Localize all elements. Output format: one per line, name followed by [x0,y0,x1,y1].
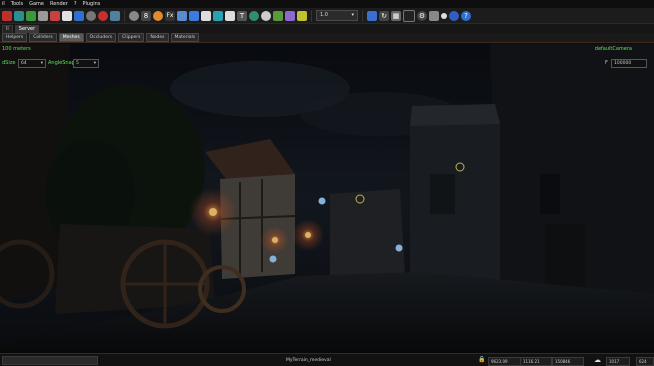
magnet-icon[interactable] [225,10,235,21]
snap-icon[interactable] [213,10,223,21]
tab-colliders[interactable]: Colliders [29,33,57,42]
cloud-icon[interactable]: ☁ [594,356,602,365]
toolbar-separator [124,9,125,22]
palette-icon[interactable] [273,10,283,21]
render-icon[interactable] [403,9,415,22]
menu-item-file[interactable]: il [2,0,5,8]
b-icon[interactable]: 8 [141,10,151,21]
status-count-field: 624 [636,357,654,366]
menu-item-tools[interactable]: Tools [11,0,23,8]
fx-icon[interactable]: Fx [165,10,175,21]
status-progress-field [2,355,98,365]
tab-nodes[interactable]: Nodes [146,33,169,42]
tab-occluders[interactable]: Occluders [85,33,117,42]
orange-ball-icon[interactable] [153,10,163,21]
medieval-night-scene [0,44,654,353]
bird-icon[interactable] [110,10,120,21]
level-name: MyTerrain_medieval [286,357,331,363]
undo-icon[interactable] [367,10,377,21]
globe-icon[interactable] [249,10,259,21]
tab-materials[interactable]: Materials [170,33,200,42]
flag-icon[interactable] [189,10,199,21]
material-ball-icon[interactable] [129,10,139,21]
speed-select[interactable]: 1.0 ▾ [316,10,358,21]
text-icon[interactable]: T [237,10,247,21]
status-x-field: 9623.09 [488,357,522,366]
new-icon[interactable] [201,10,211,21]
grid-icon[interactable]: ▦ [391,10,401,21]
far-clip-field[interactable]: 100000 [611,59,647,68]
grid-icon[interactable] [285,10,295,21]
status-y-field: 1116.21 [520,357,552,366]
far-clip-label: F [605,60,608,66]
angle-snap-select[interactable]: 5 ▾ [73,59,99,68]
tab-server[interactable]: Server [14,25,40,33]
red-doc-icon[interactable] [50,10,60,21]
main-toolbar: 8 Fx T 1.0 ▾ ↻ ▦ ⚙ ? [0,8,654,24]
status-z-field: 150846 [552,357,584,366]
teal-square-icon[interactable] [14,10,24,21]
scene-viewport[interactable]: 100 meters defaultCamera dSize 64 ▾ Angle… [0,44,654,353]
menu-bar: il Tools Game Render ? Plugins [0,0,654,8]
globe-icon[interactable] [449,10,459,21]
menu-item-game[interactable]: Game [29,0,44,8]
red-circle-icon[interactable] [98,10,108,21]
angle-snap-label: AngleSnap [48,60,75,66]
settings-icon[interactable] [86,10,96,21]
file-icon[interactable] [62,10,72,21]
grid-size-select[interactable]: 64 ▾ [18,59,46,68]
window-icon[interactable] [429,10,439,21]
status-bar: MyTerrain_medieval 🔒 9623.09 1116.21 150… [0,353,654,366]
chevron-down-icon: ▾ [40,61,43,66]
status-fps-field: 1017 [606,357,630,366]
toolbar-separator [362,9,363,22]
red-square-icon[interactable] [2,10,12,21]
chevron-down-icon: ▾ [93,61,96,66]
chevron-down-icon: ▾ [351,12,354,18]
tab-ll[interactable]: ll [2,25,13,33]
toolbar-separator [311,9,312,22]
link-icon[interactable] [177,10,187,21]
help-icon[interactable]: ? [461,10,471,21]
filter-tab-bar: Helpers Colliders Meshes Occluders Clipp… [0,33,654,43]
camera-name: defaultCamera [594,46,632,52]
rotate-icon[interactable]: ↻ [379,10,389,21]
lock-icon[interactable]: 🔒 [478,356,486,365]
layer-icon[interactable] [297,10,307,21]
tab-meshes[interactable]: Meshes [58,33,84,42]
tab-helpers[interactable]: Helpers [2,33,28,42]
panel-tab-bar: ll Server [0,24,654,33]
menu-item-plugins[interactable]: Plugins [82,0,100,8]
blue-square-icon[interactable] [74,10,84,21]
save-icon[interactable] [38,10,48,21]
green-square-icon[interactable] [26,10,36,21]
menu-item-help[interactable]: ? [74,0,77,8]
gear-icon[interactable]: ⚙ [417,10,427,21]
circle-icon[interactable] [261,10,271,21]
grid-size-label: dSize [2,60,16,66]
dot-icon[interactable] [441,12,447,19]
menu-item-render[interactable]: Render [50,0,68,8]
distance-readout: 100 meters [2,46,31,52]
tab-clippers[interactable]: Clippers [118,33,145,42]
